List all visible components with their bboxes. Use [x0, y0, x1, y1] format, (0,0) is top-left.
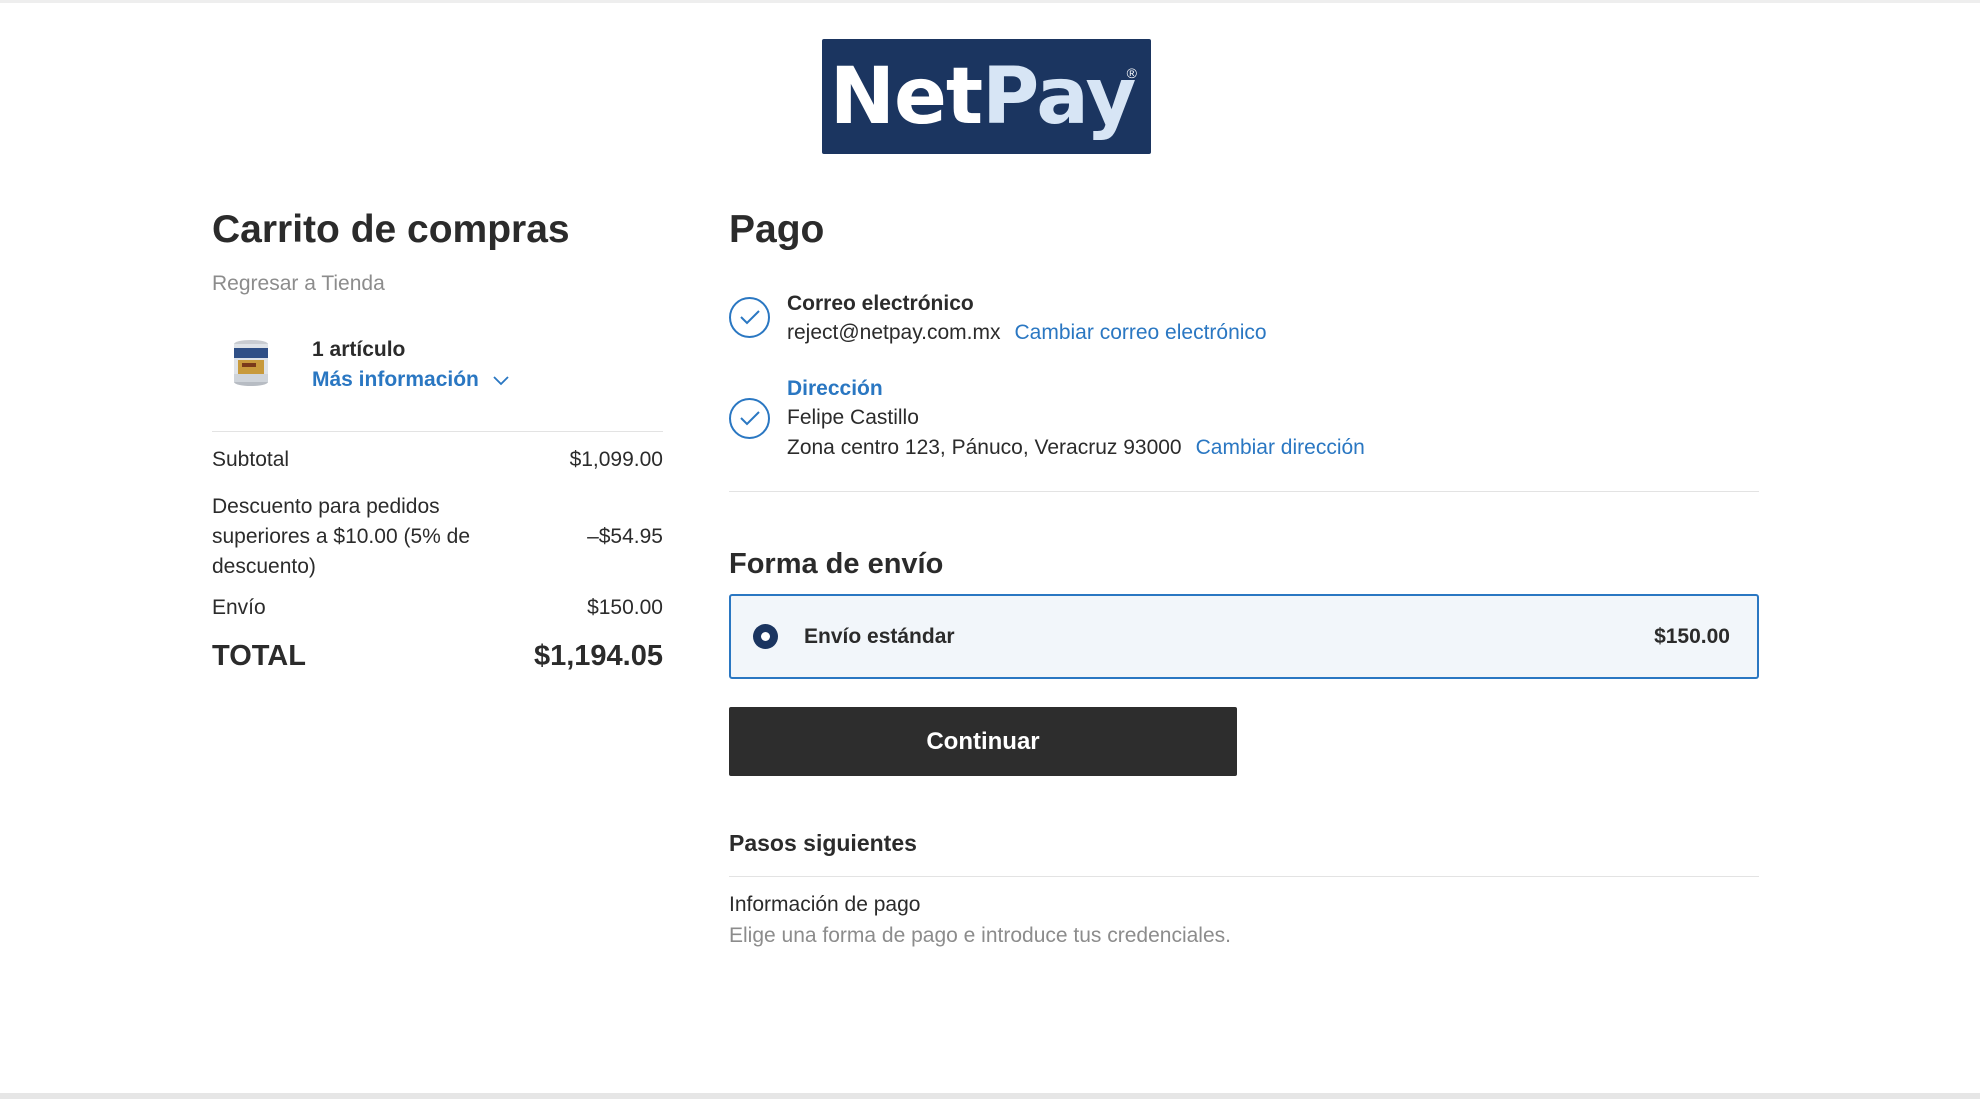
discount-label: Descuento para pedidos superiores a $10.… [212, 495, 470, 578]
address-step-label: Dirección [787, 377, 883, 400]
product-thumbnail [230, 338, 272, 388]
cart-title: Carrito de compras [212, 208, 570, 251]
total-label: TOTAL [212, 640, 306, 672]
shipping-label: Envío [212, 596, 266, 619]
email-step-label: Correo electrónico [787, 292, 974, 315]
payment-divider [729, 491, 1759, 492]
chevron-down-icon [493, 368, 509, 392]
continue-button[interactable]: Continuar [729, 707, 1237, 776]
logo-pay-text: Pay [982, 51, 1136, 142]
address-name: Felipe Castillo [787, 406, 919, 429]
more-info-label: Más información [312, 368, 479, 391]
check-circle-icon [729, 398, 770, 439]
shipping-method-title: Forma de envío [729, 548, 944, 580]
check-circle-icon [729, 297, 770, 338]
shipping-option-name: Envío estándar [804, 624, 955, 648]
next-step-title: Información de pago [729, 893, 921, 916]
logo-net-text: Net [829, 51, 983, 142]
netpay-logo: NetPay ® [822, 39, 1151, 154]
more-info-toggle[interactable]: Más información [312, 368, 509, 392]
summary-subtotal-row: Subtotal $1,099.00 [212, 448, 663, 472]
summary-total-row: TOTAL $1,194.05 [212, 640, 663, 673]
email-step-value: reject@netpay.com.mx Cambiar correo elect… [787, 321, 1267, 345]
change-address-link[interactable]: Cambiar dirección [1196, 436, 1365, 459]
subtotal-value: $1,099.00 [569, 448, 663, 471]
address-line-row: Zona centro 123, Pánuco, Veracruz 93000 C… [787, 436, 1365, 460]
shipping-value: $150.00 [587, 596, 663, 619]
summary-discount-row: Descuento para pedidos superiores a $10.… [212, 492, 663, 582]
email-value: reject@netpay.com.mx [787, 321, 1001, 344]
next-steps-title: Pasos siguientes [729, 830, 917, 856]
subtotal-label: Subtotal [212, 448, 290, 471]
logo-wordmark: NetPay [830, 58, 1137, 136]
shipping-option-price: $150.00 [1654, 624, 1730, 648]
discount-value: –$54.95 [587, 525, 663, 548]
items-count: 1 artículo [312, 338, 406, 361]
radio-selected-icon[interactable] [753, 624, 778, 649]
radio-dot [761, 632, 770, 641]
cart-divider [212, 431, 663, 432]
payment-title: Pago [729, 208, 825, 251]
back-to-store-link[interactable]: Regresar a Tienda [212, 272, 385, 296]
next-step-description: Elige una forma de pago e introduce tus … [729, 924, 1231, 947]
next-steps-divider [729, 876, 1759, 877]
change-email-link[interactable]: Cambiar correo electrónico [1015, 321, 1267, 344]
bottom-border [0, 1093, 1980, 1099]
logo-registered-mark: ® [1126, 65, 1137, 81]
top-border [0, 0, 1980, 3]
total-value: $1,194.05 [533, 640, 663, 672]
shipping-option-standard[interactable]: Envío estándar $150.00 [729, 594, 1759, 679]
address-line: Zona centro 123, Pánuco, Veracruz 93000 [787, 436, 1182, 459]
summary-shipping-row: Envío $150.00 [212, 596, 663, 620]
